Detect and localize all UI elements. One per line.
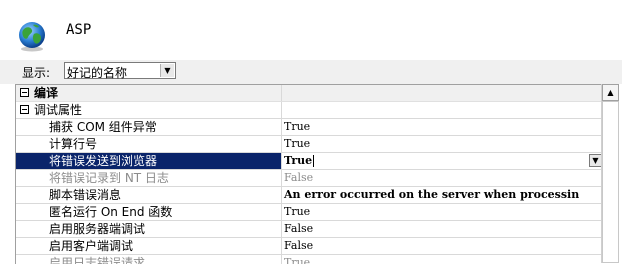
show-label: 显示: bbox=[22, 66, 51, 80]
property-value[interactable]: False bbox=[282, 238, 604, 254]
property-value[interactable]: False bbox=[282, 221, 604, 237]
scroll-thumb[interactable] bbox=[602, 101, 619, 263]
display-mode-value: 好记的名称 bbox=[67, 66, 128, 80]
globe-icon bbox=[19, 22, 45, 52]
property-name: 启用服务器端调试 bbox=[49, 222, 146, 236]
property-name: 计算行号 bbox=[49, 137, 98, 151]
property-name: 匿名运行 On End 函数 bbox=[49, 205, 173, 219]
vertical-scrollbar[interactable]: ▲ bbox=[601, 84, 619, 263]
property-row[interactable]: 启用服务器端调试 False bbox=[16, 221, 602, 238]
property-row[interactable]: 计算行号 True bbox=[16, 136, 602, 153]
text-caret bbox=[313, 155, 315, 167]
property-value[interactable]: An error occurred on the server when pro… bbox=[282, 187, 604, 203]
header: ASP bbox=[0, 0, 622, 60]
dropdown-arrow-icon[interactable]: ▼ bbox=[160, 64, 174, 77]
section-label: 调试属性 bbox=[34, 103, 83, 117]
property-name: 将错误发送到浏览器 bbox=[49, 154, 158, 168]
property-row[interactable]: 启用客户端调试 False bbox=[16, 238, 602, 255]
property-name: 启用客户端调试 bbox=[49, 239, 134, 253]
property-name: 将错误记录到 NT 日志 bbox=[49, 171, 169, 185]
section-label: 编译 bbox=[34, 86, 59, 100]
page-title: ASP bbox=[66, 22, 92, 38]
property-name: 脚本错误消息 bbox=[49, 188, 122, 202]
property-grid: 编译 调试属性 捕获 COM 组件异常 True 计算行号 True 将错误发送… bbox=[15, 84, 619, 264]
section-row-compile[interactable]: 编译 bbox=[16, 85, 604, 102]
property-value[interactable]: True bbox=[282, 119, 604, 135]
property-row[interactable]: 脚本错误消息 An error occurred on the server w… bbox=[16, 187, 602, 204]
display-mode-select[interactable]: 好记的名称 ▼ bbox=[64, 62, 176, 80]
property-row[interactable]: 匿名运行 On End 函数 True bbox=[16, 204, 602, 221]
property-row-selected[interactable]: 将错误发送到浏览器 True ▼ bbox=[16, 153, 602, 170]
property-value-editor[interactable]: True ▼ bbox=[282, 153, 604, 169]
section-row-debug[interactable]: 调试属性 bbox=[16, 102, 602, 119]
property-value: False bbox=[284, 171, 314, 184]
property-value[interactable]: True bbox=[284, 154, 312, 167]
collapse-icon[interactable] bbox=[20, 88, 29, 97]
property-row[interactable]: 捕获 COM 组件异常 True bbox=[16, 119, 602, 136]
scroll-up-icon[interactable]: ▲ bbox=[602, 84, 619, 101]
property-value[interactable]: True bbox=[282, 204, 604, 220]
collapse-icon[interactable] bbox=[20, 105, 29, 114]
property-value[interactable]: True bbox=[282, 136, 604, 152]
property-row-disabled: 将错误记录到 NT 日志 False bbox=[16, 170, 602, 187]
property-name: 捕获 COM 组件异常 bbox=[49, 120, 157, 134]
